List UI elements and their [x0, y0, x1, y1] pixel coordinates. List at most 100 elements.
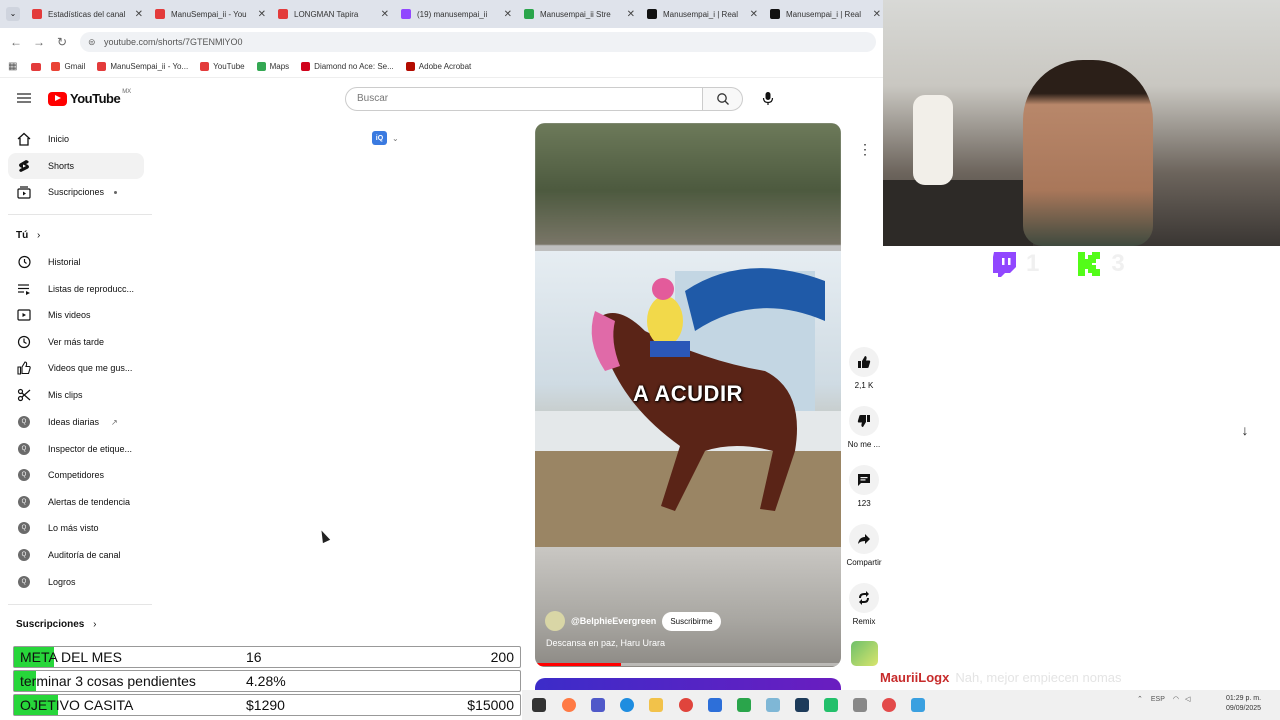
you-heading[interactable]: Tú › — [16, 230, 40, 241]
short-video-player[interactable]: A ACUDIR @BelphieEvergreen Suscribirme D… — [535, 123, 841, 667]
bookmark-item[interactable]: Maps — [256, 62, 289, 71]
vidiq-extension-button[interactable]: iQ ⌄ — [372, 130, 402, 146]
bookmark-youtube-red-icon[interactable] — [31, 62, 42, 71]
taskbar-kick-app-icon[interactable] — [737, 698, 751, 712]
voice-search-button[interactable] — [755, 87, 781, 111]
back-icon[interactable]: ← — [10, 35, 22, 49]
vidiq-sidebar-item[interactable]: Q Lo más visto — [8, 515, 144, 541]
taskbar-app-icon[interactable] — [795, 698, 809, 712]
sidebar-item[interactable]: Ver más tarde — [8, 329, 144, 355]
bookmark-item[interactable]: ManuSempai_ii - Yo... — [97, 62, 188, 71]
sidebar-item[interactable]: Videos que me gus... — [8, 355, 144, 381]
taskbar-edge-icon[interactable] — [620, 698, 634, 712]
comment-count: 123 — [857, 499, 871, 508]
goal-row: META DEL MES 16 200 — [13, 646, 521, 668]
close-tab-icon[interactable]: ✕ — [381, 9, 389, 20]
more-options-icon[interactable]: ⋮ — [856, 141, 874, 159]
channel-avatar[interactable] — [545, 611, 565, 631]
close-tab-icon[interactable]: ✕ — [258, 9, 266, 20]
taskbar-clock[interactable]: 01:29 p. m. 09/09/2025 — [1226, 694, 1261, 714]
tab-search-button[interactable]: ⌄ — [6, 7, 20, 21]
vidiq-sidebar-item[interactable]: Q Alertas de tendencia — [8, 489, 144, 515]
sidebar-item[interactable]: Shorts — [8, 152, 144, 179]
like-icon — [16, 360, 32, 376]
close-tab-icon[interactable]: ✕ — [135, 9, 143, 20]
sidebar-item[interactable]: Mis videos — [8, 302, 144, 328]
browser-tab[interactable]: Estadísticas del canal ✕ — [26, 3, 149, 25]
address-bar[interactable]: ⊜ youtube.com/shorts/7GTENMlYO0 — [80, 32, 876, 52]
bookmark-item[interactable]: Adobe Acrobat — [405, 62, 471, 71]
browser-tab[interactable]: LONGMAN Tapira ✕ — [272, 3, 395, 25]
taskbar-app-icon[interactable] — [853, 698, 867, 712]
close-tab-icon[interactable]: ✕ — [750, 9, 758, 20]
short-title[interactable]: Descansa en paz, Haru Urara — [546, 638, 665, 648]
remix-button[interactable]: Remix — [840, 583, 888, 626]
comment-icon — [858, 474, 870, 486]
arrow-down-icon[interactable]: ↓ — [1234, 422, 1256, 444]
site-info-icon[interactable]: ⊜ — [88, 32, 96, 52]
taskbar-explorer-icon[interactable] — [649, 698, 663, 712]
vidiq-sidebar-item[interactable]: Q Logros — [8, 569, 144, 595]
taskbar-app-icon[interactable] — [882, 698, 896, 712]
you-heading-label: Tú — [16, 230, 29, 241]
sidebar-item[interactable]: Listas de reproducc... — [8, 276, 144, 302]
subscriptions-heading[interactable]: Suscripciones › — [16, 619, 96, 630]
close-tab-icon[interactable]: ✕ — [627, 9, 635, 20]
external-link-icon: ↗ — [111, 417, 118, 427]
sidebar-item[interactable]: Mis clips — [8, 382, 144, 408]
apps-grid-icon[interactable]: ▦ — [8, 61, 17, 72]
browser-tab[interactable]: Manusempai_i | Real ✕ — [764, 3, 887, 25]
taskbar-app-icon[interactable] — [766, 698, 780, 712]
tab-title: Manusempai_i | Real — [786, 9, 862, 19]
sound-source-avatar[interactable] — [851, 641, 878, 666]
vidiq-sidebar-item[interactable]: Q Auditoría de canal — [8, 542, 144, 568]
wifi-icon[interactable]: ◠ — [1173, 695, 1179, 703]
video-caption: A ACUDIR — [633, 381, 743, 406]
taskbar-app-icon[interactable] — [824, 698, 838, 712]
video-progress-bar[interactable] — [535, 663, 841, 666]
dislike-button[interactable]: No me ... — [840, 406, 888, 449]
close-tab-icon[interactable]: ✕ — [504, 9, 512, 20]
sidebar-item[interactable]: Suscripciones — [8, 179, 144, 205]
forward-icon[interactable]: → — [33, 35, 45, 49]
comments-button[interactable]: 123 — [840, 465, 888, 508]
chat-message: MauriiLogx Nah, mejor empiecen nomas — [880, 670, 1122, 685]
vidiq-sidebar-item[interactable]: Q Competidores — [8, 462, 144, 488]
goal-current: 4.28% — [246, 673, 286, 689]
taskbar-app-icon[interactable] — [911, 698, 925, 712]
taskbar-copilot-icon[interactable] — [562, 698, 576, 712]
vidiq-sidebar-item[interactable]: Q Ideas diarias ↗ — [8, 409, 144, 435]
browser-tab[interactable]: Manusempai_i | Real ✕ — [641, 3, 764, 25]
youtube-logo[interactable]: YouTube MX — [48, 89, 131, 106]
keyboard-language[interactable]: ESP — [1151, 696, 1165, 703]
vidiq-sidebar-item[interactable]: Q Inspector de etique... — [8, 436, 144, 462]
video-top-blurred-frame — [535, 123, 841, 245]
close-tab-icon[interactable]: ✕ — [873, 9, 881, 20]
taskbar-chrome-icon[interactable] — [679, 698, 693, 712]
menu-icon[interactable] — [17, 93, 31, 103]
thumbs-down-icon — [857, 415, 870, 427]
sidebar-item[interactable]: Inicio — [8, 126, 144, 152]
bookmark-item[interactable]: YouTube — [200, 62, 245, 71]
chevron-up-icon[interactable]: ⌃ — [1137, 695, 1143, 703]
browser-tab[interactable]: ManuSempai_ii - You ✕ — [149, 3, 272, 25]
taskbar-teams-icon[interactable] — [591, 698, 605, 712]
volume-icon[interactable]: ◁ — [1185, 695, 1190, 703]
reload-icon[interactable]: ↻ — [57, 35, 67, 49]
bookmark-label: Gmail — [64, 62, 86, 71]
browser-tab[interactable]: (19) manusempai_ii ✕ — [395, 3, 518, 25]
subscribe-button[interactable]: Suscribirme — [662, 611, 721, 631]
streamer-microphone — [913, 95, 953, 185]
search-input[interactable]: Buscar — [345, 87, 703, 111]
channel-name[interactable]: @BelphieEvergreen — [571, 616, 656, 626]
taskbar-app-icon[interactable] — [532, 698, 546, 712]
search-button[interactable] — [703, 87, 743, 111]
mouse-cursor — [317, 528, 331, 544]
like-button[interactable]: 2,1 K — [840, 347, 888, 390]
browser-tab[interactable]: Manusempai_ii Stre ✕ — [518, 3, 641, 25]
taskbar-calculator-icon[interactable] — [708, 698, 722, 712]
bookmark-item[interactable]: Gmail — [51, 62, 85, 71]
bookmark-item[interactable]: Diamond no Ace: Se... — [301, 62, 394, 71]
sidebar-item[interactable]: Historial — [8, 249, 144, 275]
share-button[interactable]: Compartir — [840, 524, 888, 567]
